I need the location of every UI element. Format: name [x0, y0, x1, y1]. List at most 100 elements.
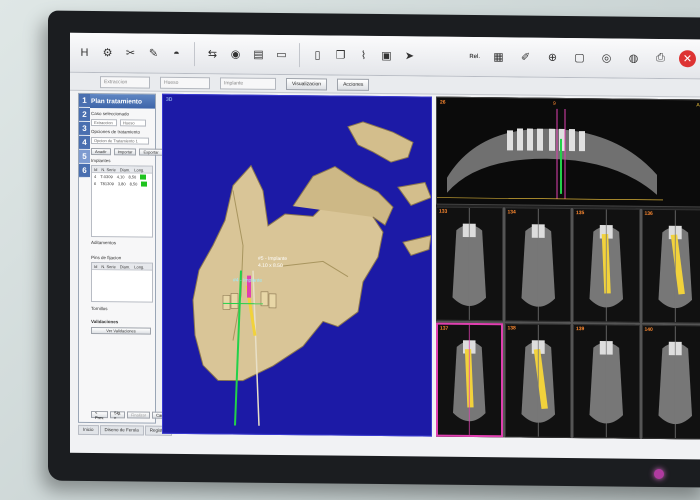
column-header[interactable]: N. Serie	[101, 167, 115, 172]
slice-xray	[520, 324, 555, 437]
column-header[interactable]: Long.	[134, 264, 144, 269]
disc-icon[interactable]: ◍	[625, 50, 642, 67]
wizard-step-4[interactable]: 4	[79, 135, 90, 150]
previous-button[interactable]: < Prev.	[91, 410, 109, 420]
case-bone-select[interactable]: Hueso	[120, 119, 146, 127]
options-label: Opciones de tratamiento	[91, 128, 141, 135]
printer-icon[interactable]: ⎙	[652, 50, 669, 67]
wizard-step-2[interactable]: 2	[79, 107, 90, 122]
close-icon[interactable]: ✕	[679, 50, 696, 68]
case-label: Caso seleccionado	[91, 110, 130, 117]
panoramic-xray	[437, 108, 663, 201]
table-cell: 8,50	[129, 181, 138, 187]
validations-label: Validaciones	[91, 318, 119, 325]
tube-icon[interactable]: ⌇	[355, 47, 372, 64]
main-toolbar: H ⚙ ✂ ✎ ◓ ⇆ ◉ ▤ ▭ ▯ ❐ ⌇ ▣ ➤ Rel. ▦ ✐ ⊕ ▢ ◎ ◍ ⎙ ✕	[70, 32, 700, 80]
add-button[interactable]: Anadir	[91, 147, 111, 156]
extraction-select[interactable]: Extraccion	[100, 75, 150, 89]
cross-section-slice[interactable]: 133	[436, 206, 503, 322]
cross-section-slice[interactable]: 138	[504, 323, 571, 439]
toolbar-separator	[194, 41, 195, 66]
scan-icon[interactable]: ◎	[598, 49, 615, 66]
cross-section-slice[interactable]: 134	[504, 207, 571, 323]
cross-section-slice[interactable]: 136	[641, 208, 700, 324]
slice-xray	[520, 208, 555, 321]
toolbar-separator	[299, 42, 300, 67]
document-icon[interactable]: ▤	[250, 46, 267, 63]
zoom-icon[interactable]: ⊕	[544, 49, 561, 66]
column-header[interactable]: Id	[94, 264, 97, 269]
bottom-tab[interactable]: Inicio	[78, 424, 99, 436]
brush-icon[interactable]: ✐	[517, 48, 534, 65]
abutments-label: Aditamentos	[91, 239, 117, 246]
pano-mark: 9	[553, 100, 556, 107]
application-window: H ⚙ ✂ ✎ ◓ ⇆ ◉ ▤ ▭ ▯ ❐ ⌇ ▣ ➤ Rel. ▦ ✐ ⊕ ▢ ◎ ◍ ⎙ ✕ Extraccion Hu…	[70, 32, 700, 460]
next-button[interactable]: Sig. >	[110, 410, 125, 420]
cursor-icon[interactable]: ➤	[401, 47, 418, 64]
finish-button[interactable]: Finalizar	[126, 411, 151, 419]
arrows-icon[interactable]: ⇆	[204, 45, 221, 62]
treatment-plan-panel: 123456 Plan tratamiento Caso seleccionad…	[78, 92, 177, 424]
pencil-icon[interactable]: ✎	[145, 45, 162, 62]
implant-annotation-1: #5 - Implante	[258, 255, 288, 263]
h-tool-icon[interactable]: H	[76, 44, 93, 61]
wizard-step-6[interactable]: 6	[79, 163, 90, 178]
panoramic-view[interactable]: 26 AP 9	[436, 96, 700, 208]
wizard-step-5[interactable]: 5	[79, 149, 90, 164]
column-header[interactable]: Diam.	[120, 167, 130, 172]
treatment-option-select[interactable]: Opcion de Tratamiento 1	[91, 136, 149, 145]
globe-icon[interactable]: ◉	[227, 45, 244, 62]
column-header[interactable]: Id	[94, 167, 97, 172]
radiograph-views: 26 AP 9 133 134 135 136 137 138 139 140	[436, 96, 700, 440]
cross-section-slice[interactable]: 139	[573, 324, 640, 439]
table-cell: T-0309	[100, 174, 113, 180]
bone-select[interactable]: Hueso	[160, 76, 210, 89]
monitor-icon[interactable]: ▭	[273, 46, 290, 63]
implant-annotation-3: #4 - Implante	[233, 277, 263, 284]
bottom-tab[interactable]: Diseno de Ferula	[99, 425, 144, 436]
layers-icon[interactable]: ▦	[490, 48, 507, 65]
slice-xray	[589, 325, 624, 438]
case-extraction-select[interactable]: Extraccion	[91, 118, 117, 127]
scissors-icon[interactable]: ✂	[122, 44, 139, 61]
visualization-button[interactable]: Visualizacion	[286, 77, 328, 90]
fixation-pins-table[interactable]: Id N. Serie Diam. Long.	[91, 261, 153, 303]
panel-title: Plan tratamiento	[79, 93, 155, 109]
dome-icon[interactable]: ◓	[168, 45, 185, 62]
cross-section-slice[interactable]: 140	[641, 324, 700, 440]
bone-fragment	[397, 181, 432, 206]
column-header[interactable]: Long.	[134, 167, 144, 172]
copy-icon[interactable]: ❐	[332, 47, 349, 64]
cross-section-slice[interactable]: 137	[436, 322, 503, 438]
actions-button[interactable]: Acciones	[337, 78, 370, 91]
fixation-pins-label: Pins de fijacion	[91, 254, 122, 261]
column-header[interactable]: N. Serie	[101, 264, 115, 269]
gear-icon[interactable]: ⚙	[99, 44, 116, 61]
slice-xray	[657, 326, 692, 439]
implants-label: Implantes	[91, 157, 111, 164]
relative-label[interactable]: Rel.	[469, 53, 480, 59]
import-button[interactable]: Importar	[113, 148, 137, 156]
export-button[interactable]: Exportar	[139, 148, 163, 156]
file-icon[interactable]: ▯	[309, 46, 326, 63]
panel-icon[interactable]: ▢	[571, 49, 588, 66]
screws-label: Tornillos	[91, 305, 108, 312]
3d-view[interactable]: 3D #5 - Implante 4.10 x 8.50 #4 - Implan…	[162, 93, 432, 437]
table-cell: 3,80	[117, 181, 126, 187]
table-row[interactable]: 6 T81309 3,80 8,50	[92, 180, 152, 188]
pano-orientation-label: AP	[696, 102, 700, 109]
table-cell: 6	[94, 181, 97, 187]
wizard-step-3[interactable]: 3	[79, 121, 90, 136]
wizard-step-1[interactable]: 1	[79, 93, 90, 108]
table-cell: T81309	[100, 181, 114, 187]
table-cell: 4,10	[116, 174, 125, 180]
view-validations-button[interactable]: Ver Validaciones	[91, 326, 151, 335]
bone-fragment	[347, 121, 414, 163]
implants-table[interactable]: Id N. Serie Diam. Long. 4 T-0309 4,10 8,50 6 T81…	[91, 164, 153, 238]
column-header[interactable]: Diam.	[120, 264, 130, 269]
implant-select[interactable]: Implante	[220, 76, 276, 90]
monitor-bezel: H ⚙ ✂ ✎ ◓ ⇆ ◉ ▤ ▭ ▯ ❐ ⌇ ▣ ➤ Rel. ▦ ✐ ⊕ ▢ ◎ ◍ ⎙ ✕ Extraccion Hu…	[48, 10, 700, 488]
cube-icon[interactable]: ▣	[378, 47, 395, 64]
slice-xray	[453, 324, 486, 435]
cross-section-slice[interactable]: 135	[573, 208, 640, 323]
